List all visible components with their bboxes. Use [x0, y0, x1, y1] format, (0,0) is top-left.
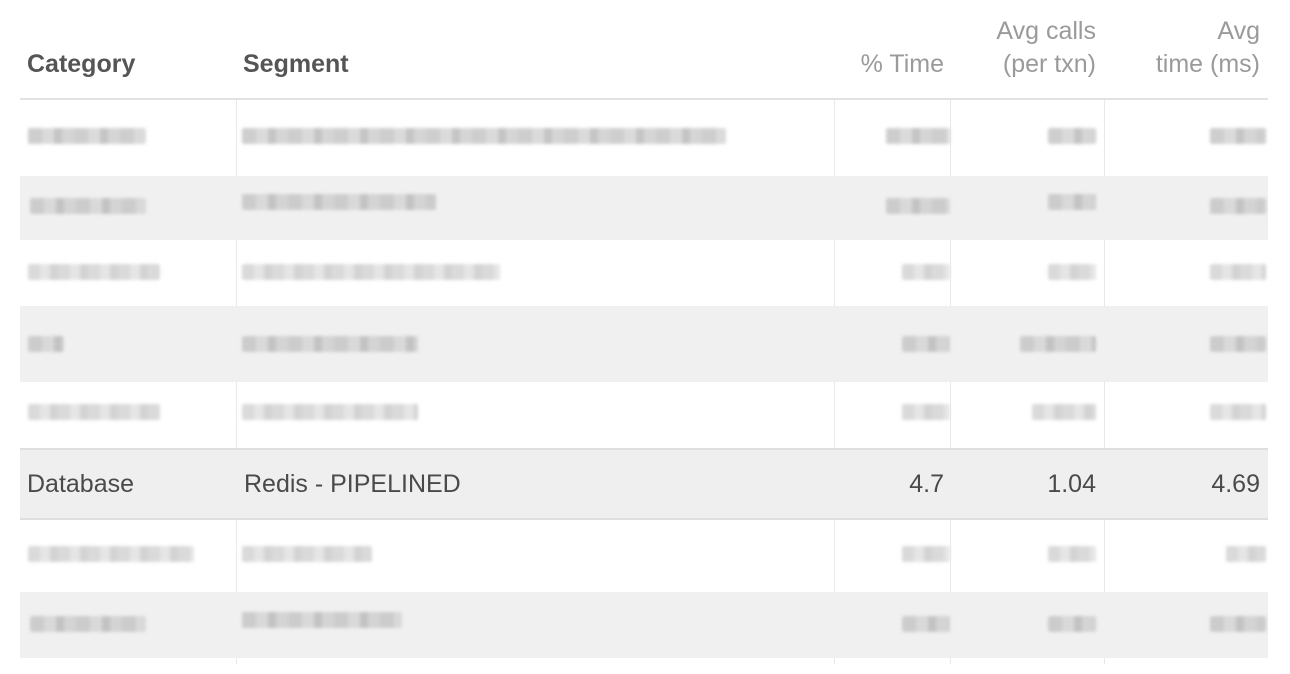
- redacted-text: [28, 546, 194, 562]
- redacted-text: [28, 264, 160, 280]
- header-avg-time-line2: time (ms): [1155, 50, 1260, 78]
- redacted-text: [886, 198, 950, 214]
- table-row-redacted[interactable]: [20, 306, 1268, 382]
- redacted-text: [28, 336, 64, 352]
- redacted-text: [242, 404, 418, 420]
- redacted-text: [1210, 128, 1266, 144]
- redacted-text: [28, 404, 160, 420]
- cell-avg-time: 4.69: [1211, 470, 1260, 498]
- header-category[interactable]: Category: [27, 48, 135, 81]
- table-row-redacted[interactable]: [20, 176, 1268, 240]
- redacted-text: [902, 264, 950, 280]
- redacted-text: [1048, 264, 1096, 280]
- table-row-redacted[interactable]: [20, 244, 1268, 306]
- redacted-text: [902, 546, 950, 562]
- redacted-text: [902, 616, 950, 632]
- table-row-redacted[interactable]: [20, 384, 1268, 448]
- redacted-text: [242, 264, 500, 280]
- redacted-text: [1210, 616, 1266, 632]
- cell-percent-time: 4.7: [909, 470, 944, 498]
- redacted-text: [1210, 264, 1266, 280]
- redacted-text: [886, 128, 950, 144]
- redacted-text: [242, 194, 436, 210]
- redacted-text: [242, 546, 372, 562]
- header-avg-time[interactable]: Avg time (ms): [1156, 15, 1260, 81]
- redacted-text: [1048, 128, 1096, 144]
- segments-table: Category Segment % Time Avg calls (per t…: [20, 0, 1268, 664]
- table-row-redacted[interactable]: [20, 100, 1268, 162]
- cell-category: Database: [27, 470, 135, 498]
- redacted-text: [1032, 404, 1096, 420]
- cell-avg-calls: 1.04: [1047, 470, 1096, 498]
- header-avg-time-line1: Avg: [1217, 17, 1260, 45]
- redacted-text: [1210, 198, 1266, 214]
- redacted-text: [242, 336, 418, 352]
- table-row-redacted[interactable]: [20, 592, 1268, 658]
- redacted-text: [1048, 546, 1096, 562]
- cell-segment: Redis - PIPELINED: [244, 470, 461, 498]
- redacted-text: [1048, 616, 1096, 632]
- table-header: Category Segment % Time Avg calls (per t…: [20, 0, 1268, 100]
- redacted-text: [28, 128, 146, 144]
- header-segment[interactable]: Segment: [243, 48, 349, 81]
- redacted-text: [902, 336, 950, 352]
- redacted-text: [242, 128, 726, 144]
- redacted-text: [902, 404, 950, 420]
- redacted-text: [1048, 194, 1096, 210]
- redacted-text: [30, 198, 146, 214]
- redacted-text: [1020, 336, 1096, 352]
- header-avg-calls[interactable]: Avg calls (per txn): [996, 15, 1096, 81]
- header-avg-calls-line2: (per txn): [1002, 50, 1096, 78]
- table-row-redacted[interactable]: [20, 520, 1268, 584]
- redacted-text: [1210, 336, 1266, 352]
- redacted-text: [1210, 404, 1266, 420]
- redacted-text: [242, 612, 402, 628]
- table-row-highlighted[interactable]: Database Redis - PIPELINED 4.7 1.04 4.69: [20, 448, 1268, 520]
- header-percent-time[interactable]: % Time: [861, 48, 944, 81]
- redacted-text: [30, 616, 146, 632]
- redacted-text: [1226, 546, 1266, 562]
- header-avg-calls-line1: Avg calls: [996, 17, 1096, 45]
